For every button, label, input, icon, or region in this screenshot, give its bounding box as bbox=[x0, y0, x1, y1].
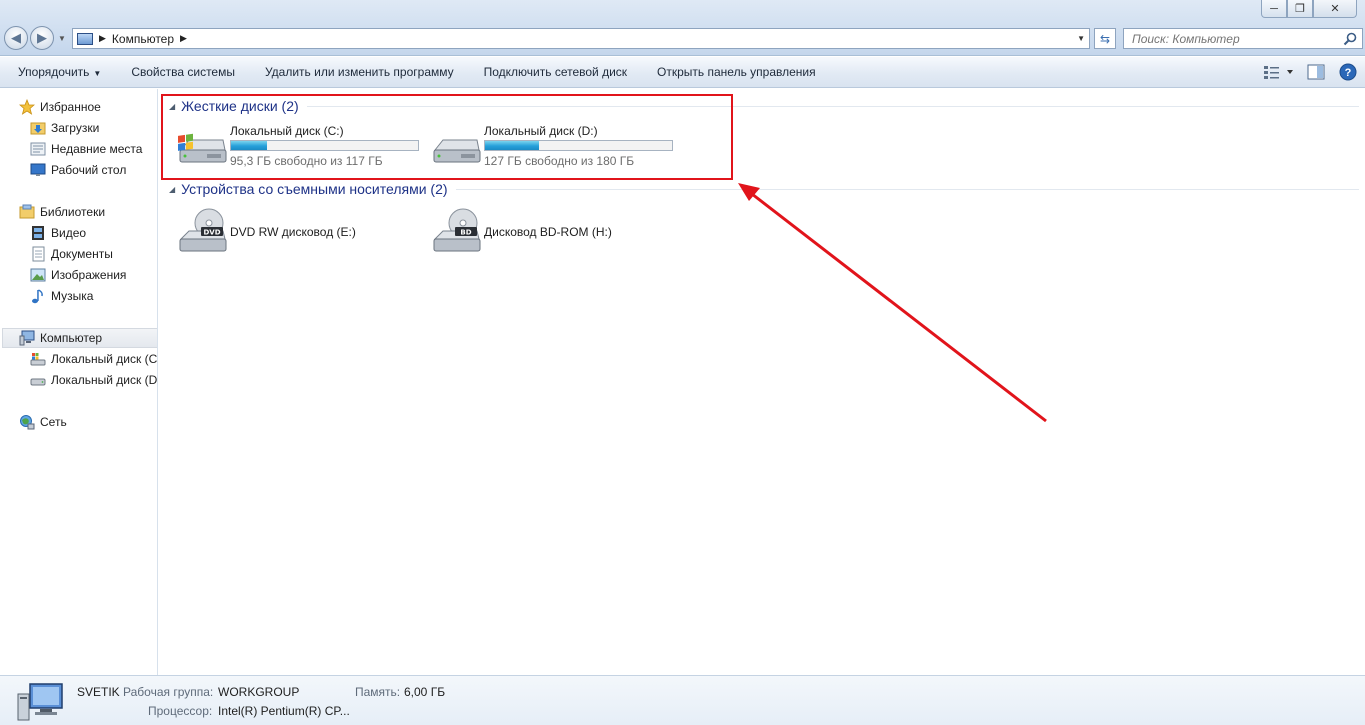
sidebar-item-downloads[interactable]: Загрузки bbox=[30, 118, 99, 138]
address-bar[interactable]: ▶ Компьютер ▶ ▼ bbox=[72, 28, 1090, 49]
close-button[interactable]: ✕ bbox=[1313, 0, 1357, 18]
svg-text:?: ? bbox=[1345, 67, 1352, 79]
processor-value: Intel(R) Pentium(R) CP... bbox=[218, 704, 350, 718]
refresh-icon: ⇆ bbox=[1099, 31, 1111, 46]
sidebar-item-label: Сеть bbox=[40, 415, 67, 429]
group-header-removable[interactable]: ◢ Устройства со съемными носителями (2) bbox=[169, 181, 1359, 197]
memory-label: Память: bbox=[355, 685, 401, 699]
navigation-pane: Избранное Загрузки Недавние места Рабочи… bbox=[0, 89, 158, 675]
sidebar-item-music[interactable]: Музыка bbox=[30, 286, 93, 306]
search-input[interactable] bbox=[1130, 30, 1340, 47]
sidebar-item-label: Недавние места bbox=[51, 142, 143, 156]
back-button[interactable]: ◀ bbox=[4, 26, 28, 50]
help-icon[interactable]: ? bbox=[1339, 63, 1357, 81]
libraries-icon bbox=[19, 204, 35, 219]
sidebar-item-label: Компьютер bbox=[40, 331, 103, 345]
sidebar-item-recent-places[interactable]: Недавние места bbox=[30, 139, 142, 159]
computer-icon bbox=[77, 32, 93, 45]
video-icon bbox=[32, 226, 44, 240]
minimize-button[interactable]: ─ bbox=[1261, 0, 1287, 18]
group-divider bbox=[455, 188, 1359, 190]
documents-icon bbox=[32, 246, 45, 262]
drive-item-bd[interactable]: BD Дисковод BD-ROM (H:) bbox=[431, 207, 681, 257]
open-control-panel-button[interactable]: Открыть панель управления bbox=[642, 65, 831, 79]
window-controls: ─ ❐ ✕ bbox=[1261, 0, 1357, 18]
hard-drive-icon bbox=[30, 378, 46, 386]
sidebar-item-libraries[interactable]: Библиотеки bbox=[19, 202, 105, 222]
sidebar-item-label: Локальный диск (D bbox=[51, 373, 158, 387]
breadcrumb-chevron-icon[interactable]: ▶ bbox=[99, 33, 106, 44]
system-properties-button[interactable]: Свойства системы bbox=[116, 65, 250, 79]
drive-badge: BD bbox=[460, 229, 471, 237]
search-box[interactable] bbox=[1123, 28, 1363, 49]
annotation-highlight-box bbox=[161, 94, 733, 180]
sidebar-item-images[interactable]: Изображения bbox=[30, 265, 126, 285]
downloads-folder-icon bbox=[30, 122, 46, 135]
drive-name: DVD RW дисковод (E:) bbox=[230, 225, 356, 239]
images-icon bbox=[30, 268, 46, 282]
chevron-down-icon: ▼ bbox=[93, 69, 102, 78]
change-view-icon[interactable] bbox=[1263, 64, 1293, 80]
preview-pane-icon[interactable] bbox=[1307, 64, 1325, 80]
drive-badge: DVD bbox=[203, 229, 220, 237]
dvd-drive-icon: DVD bbox=[179, 208, 227, 252]
sidebar-item-desktop[interactable]: Рабочий стол bbox=[30, 160, 126, 180]
group-title: Устройства со съемными носителями (2) bbox=[181, 181, 448, 197]
breadcrumb-chevron-icon[interactable]: ▶ bbox=[180, 33, 187, 44]
recent-pages-dropdown[interactable]: ▼ bbox=[58, 34, 66, 43]
computer-icon bbox=[17, 683, 63, 721]
uninstall-program-button[interactable]: Удалить или изменить программу bbox=[250, 65, 469, 79]
sidebar-item-label: Музыка bbox=[51, 289, 94, 303]
bd-rom-drive-icon: BD bbox=[433, 208, 481, 252]
title-bar: ─ ❐ ✕ ◀ ▶ ▼ ▶ Компьютер ▶ ▼ ⇆ bbox=[0, 0, 1365, 56]
recent-places-icon bbox=[30, 142, 46, 156]
workgroup-value: WORKGROUP bbox=[218, 685, 300, 699]
system-drive-icon bbox=[30, 353, 46, 366]
desktop-icon bbox=[30, 163, 46, 176]
refresh-button[interactable]: ⇆ bbox=[1094, 28, 1116, 49]
back-arrow-icon: ◀ bbox=[11, 30, 21, 45]
processor-label: Процессор: bbox=[148, 704, 213, 718]
map-network-drive-button[interactable]: Подключить сетевой диск bbox=[469, 65, 642, 79]
forward-button[interactable]: ▶ bbox=[30, 26, 54, 50]
navigation-buttons: ◀ ▶ ▼ bbox=[4, 26, 66, 50]
sidebar-item-favorites[interactable]: Избранное bbox=[19, 97, 101, 117]
sidebar-item-label: Документы bbox=[51, 247, 113, 261]
memory-value: 6,00 ГБ bbox=[404, 685, 446, 699]
sidebar-item-label: Локальный диск (C bbox=[51, 352, 158, 366]
drive-item-dvd[interactable]: DVD DVD RW дисковод (E:) bbox=[177, 207, 427, 257]
organize-label: Упорядочить bbox=[18, 65, 90, 79]
sidebar-item-network[interactable]: Сеть bbox=[19, 412, 67, 432]
sidebar-item-video[interactable]: Видео bbox=[30, 223, 86, 243]
workgroup-label: Рабочая группа: bbox=[123, 685, 214, 699]
sidebar-item-label: Загрузки bbox=[51, 121, 100, 135]
drive-name: Дисковод BD-ROM (H:) bbox=[484, 225, 612, 239]
address-dropdown-icon[interactable]: ▼ bbox=[1077, 34, 1085, 43]
sidebar-item-disk-d[interactable]: Локальный диск (D bbox=[30, 370, 157, 390]
computer-name: SVETIK bbox=[77, 685, 120, 699]
sidebar-item-computer[interactable]: Компьютер bbox=[2, 328, 157, 348]
search-icon[interactable] bbox=[1342, 31, 1358, 47]
sidebar-item-disk-c[interactable]: Локальный диск (C bbox=[30, 349, 157, 369]
sidebar-item-label: Библиотеки bbox=[40, 205, 106, 219]
sidebar-item-label: Рабочий стол bbox=[51, 163, 127, 177]
maximize-button[interactable]: ❐ bbox=[1287, 0, 1313, 18]
details-pane: SVETIK Рабочая группа: WORKGROUP Память:… bbox=[0, 675, 1365, 725]
sidebar-item-documents[interactable]: Документы bbox=[30, 244, 113, 264]
forward-arrow-icon: ▶ bbox=[37, 30, 47, 45]
breadcrumb-computer[interactable]: Компьютер bbox=[112, 32, 174, 46]
music-note-icon bbox=[32, 289, 43, 304]
star-icon bbox=[19, 99, 35, 115]
sidebar-item-label: Избранное bbox=[40, 100, 101, 114]
sidebar-item-label: Изображения bbox=[51, 268, 127, 282]
collapse-triangle-icon[interactable]: ◢ bbox=[169, 185, 175, 194]
network-icon bbox=[20, 415, 35, 430]
sidebar-item-label: Видео bbox=[51, 226, 87, 240]
organize-button[interactable]: Упорядочить ▼ bbox=[0, 65, 116, 79]
command-bar: Упорядочить ▼ Свойства системы Удалить ил… bbox=[0, 57, 1365, 88]
computer-icon bbox=[19, 330, 35, 346]
view-controls: ? bbox=[1249, 63, 1357, 81]
